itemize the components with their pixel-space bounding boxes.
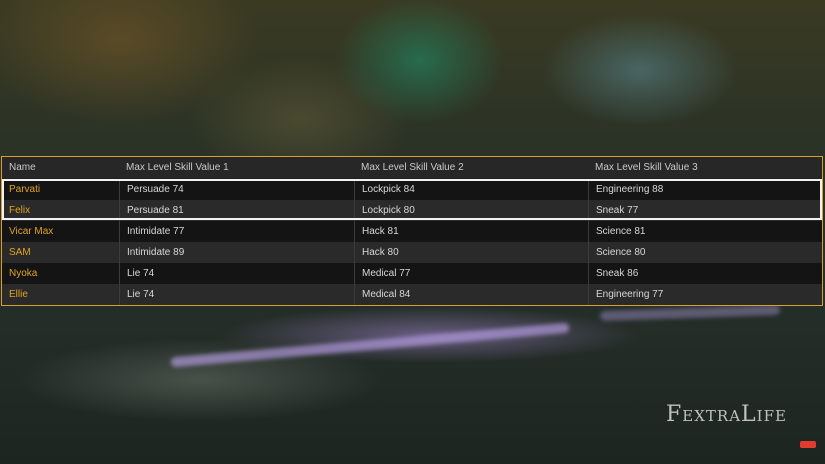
table-row: Parvati Persuade 74 Lockpick 84 Engineer… [2,179,822,200]
header-skill-1: Max Level Skill Value 1 [126,162,229,173]
table-row: SAM Intimidate 89 Hack 80 Science 80 [2,242,822,263]
header-skill-3: Max Level Skill Value 3 [595,162,698,173]
header-name: Name [9,162,36,173]
table-row: Felix Persuade 81 Lockpick 80 Sneak 77 [2,200,822,221]
table-header-row: Name Max Level Skill Value 1 Max Level S… [2,157,822,178]
logo-letter: L [741,402,757,427]
skill-value-2: Hack 80 [354,242,588,263]
skill-value-3: Engineering 88 [588,179,822,200]
skill-value-2: Hack 81 [354,221,588,242]
companion-name: Felix [9,205,31,216]
companion-name: SAM [9,247,31,258]
skill-value-1: Lie 74 [119,284,354,305]
fextralife-logo: FEXTRALIFE [666,402,787,427]
youtube-icon [800,441,816,448]
skill-value-2: Lockpick 84 [354,179,588,200]
table-row: Ellie Lie 74 Medical 84 Engineering 77 [2,284,822,305]
table-row: Nyoka Lie 74 Medical 77 Sneak 86 [2,263,822,284]
logo-letters: IFE [756,407,787,425]
skill-value-2: Medical 84 [354,284,588,305]
skill-value-1: Intimidate 77 [119,221,354,242]
skill-value-3: Sneak 86 [588,263,822,284]
skill-value-2: Medical 77 [354,263,588,284]
logo-letters: EXTRA [682,407,742,425]
companion-name: Ellie [9,289,28,300]
table-row: Vicar Max Intimidate 77 Hack 81 Science … [2,221,822,242]
skill-value-3: Science 81 [588,221,822,242]
skill-value-1: Persuade 74 [119,179,354,200]
companion-name: Parvati [9,184,41,195]
skill-value-1: Intimidate 89 [119,242,354,263]
companion-name: Vicar Max [9,226,54,237]
skill-value-2: Lockpick 80 [354,200,588,221]
skill-value-3: Science 80 [588,242,822,263]
skill-value-3: Engineering 77 [588,284,822,305]
skill-value-3: Sneak 77 [588,200,822,221]
logo-letter: F [666,402,683,427]
companion-skills-table: Name Max Level Skill Value 1 Max Level S… [1,156,823,306]
companion-name: Nyoka [9,268,38,279]
skill-value-1: Lie 74 [119,263,354,284]
skill-value-1: Persuade 81 [119,200,354,221]
header-skill-2: Max Level Skill Value 2 [361,162,464,173]
